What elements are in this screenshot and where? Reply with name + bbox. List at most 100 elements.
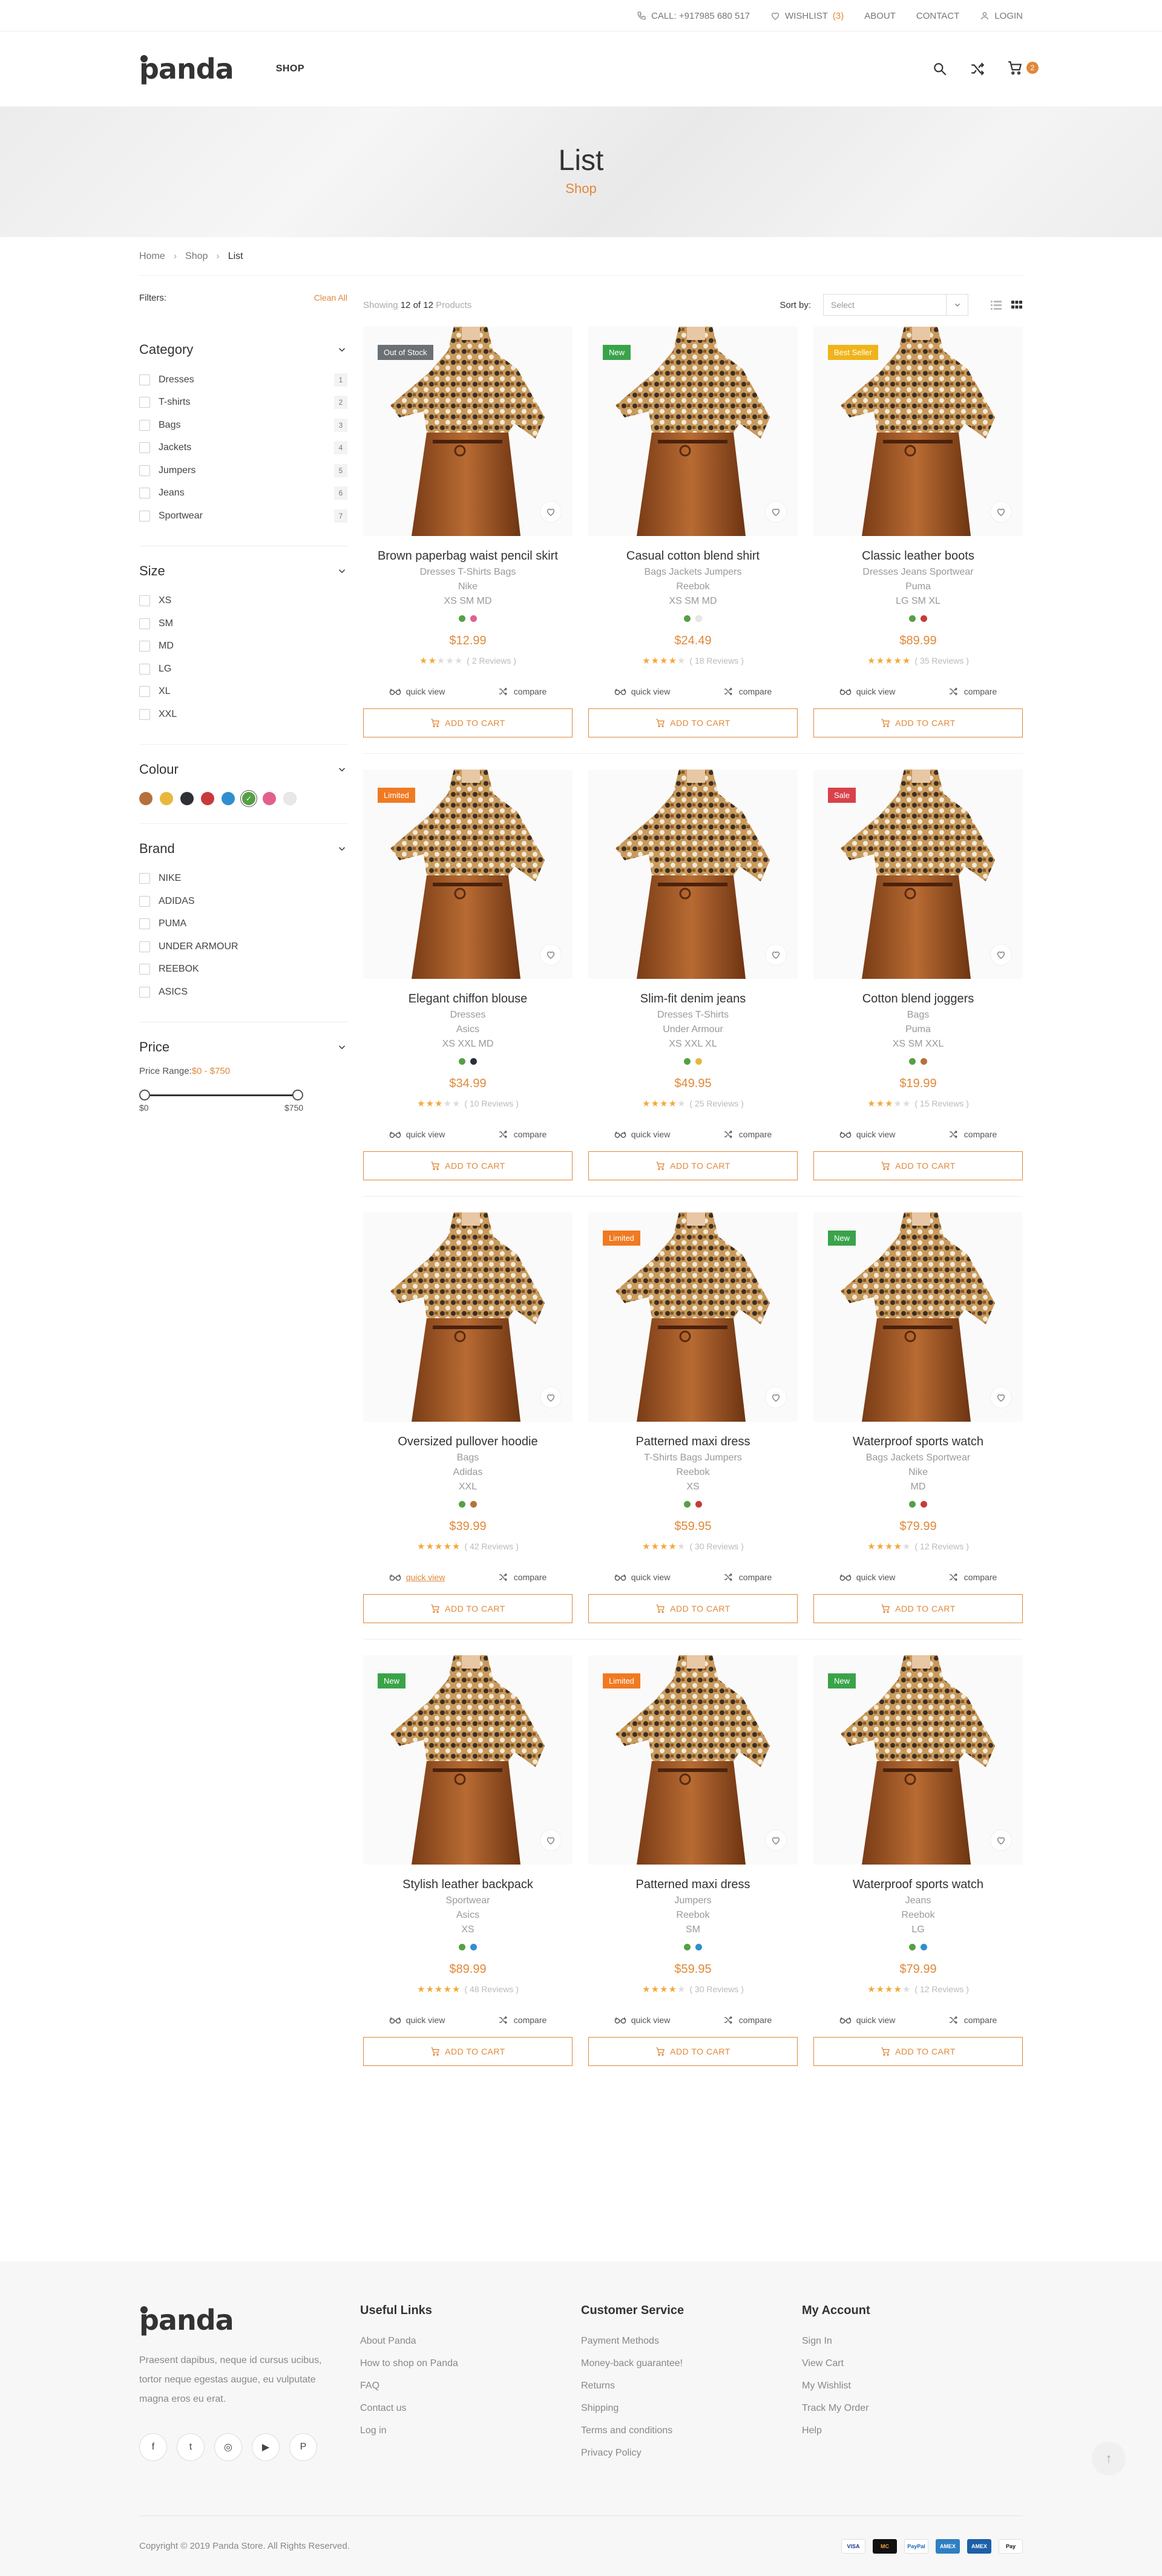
- instagram-icon[interactable]: ◎: [214, 2433, 242, 2461]
- product-image-wrap[interactable]: Limited: [363, 770, 573, 979]
- color-dot[interactable]: [470, 1944, 477, 1950]
- search-icon[interactable]: [932, 61, 948, 77]
- category-option[interactable]: T-shirts 2: [139, 391, 347, 414]
- size-option[interactable]: SM: [139, 612, 347, 635]
- compare-button[interactable]: compare: [722, 1572, 772, 1582]
- product-image-wrap[interactable]: New: [363, 1655, 573, 1865]
- category-option[interactable]: Jumpers 5: [139, 459, 347, 482]
- category-option[interactable]: Jackets 4: [139, 437, 347, 460]
- colour-swatch[interactable]: [222, 791, 235, 805]
- twitter-icon[interactable]: t: [177, 2433, 205, 2461]
- color-dot[interactable]: [684, 1944, 691, 1950]
- wishlist-button[interactable]: [765, 1387, 787, 1408]
- wishlist-button[interactable]: [765, 501, 787, 523]
- color-dot[interactable]: [470, 1058, 477, 1065]
- colour-swatch[interactable]: [283, 791, 297, 805]
- brand-option[interactable]: REEBOK: [139, 958, 347, 981]
- color-dot[interactable]: [684, 1058, 691, 1065]
- sort-select[interactable]: Select: [823, 294, 968, 316]
- grid-view-icon[interactable]: [1011, 299, 1023, 311]
- add-to-cart-button[interactable]: ADD TO CART: [813, 708, 1023, 737]
- scroll-to-top-button[interactable]: ↑: [1092, 2442, 1126, 2476]
- colour-swatch[interactable]: [201, 791, 214, 805]
- footer-service-link[interactable]: Shipping: [581, 2397, 802, 2419]
- size-filter-header[interactable]: Size: [139, 563, 347, 579]
- footer-useful-link[interactable]: About Panda: [360, 2330, 581, 2352]
- footer-account-link[interactable]: My Wishlist: [802, 2375, 1023, 2397]
- footer-account-link[interactable]: Help: [802, 2419, 1023, 2442]
- color-dot[interactable]: [909, 1058, 916, 1065]
- colour-swatch[interactable]: ✓: [242, 791, 255, 805]
- breadcrumb-home[interactable]: Home: [139, 251, 165, 262]
- checkbox[interactable]: [139, 873, 150, 884]
- wishlist-button[interactable]: [540, 1829, 562, 1851]
- category-filter-header[interactable]: Category: [139, 342, 347, 358]
- compare-button[interactable]: compare: [497, 1129, 547, 1139]
- color-dot[interactable]: [921, 1501, 927, 1508]
- checkbox[interactable]: [139, 510, 150, 521]
- category-option[interactable]: Bags 3: [139, 414, 347, 437]
- compare-button[interactable]: compare: [947, 1129, 997, 1139]
- youtube-icon[interactable]: ▶: [252, 2433, 280, 2461]
- quick-view-button[interactable]: quick view: [389, 1129, 445, 1139]
- color-dot[interactable]: [921, 1058, 927, 1065]
- quick-view-button[interactable]: quick view: [389, 687, 445, 696]
- size-option[interactable]: XS: [139, 590, 347, 613]
- footer-useful-link[interactable]: Log in: [360, 2419, 581, 2442]
- product-image-wrap[interactable]: New: [813, 1212, 1023, 1422]
- checkbox[interactable]: [139, 918, 150, 930]
- footer-service-link[interactable]: Payment Methods: [581, 2330, 802, 2352]
- compare-button[interactable]: compare: [722, 2015, 772, 2025]
- product-title[interactable]: Cotton blend joggers: [813, 992, 1023, 1006]
- category-option[interactable]: Jeans 6: [139, 482, 347, 505]
- checkbox[interactable]: [139, 374, 150, 385]
- footer-account-link[interactable]: Sign In: [802, 2330, 1023, 2352]
- about-link[interactable]: ABOUT: [864, 11, 896, 21]
- color-dot[interactable]: [459, 615, 465, 622]
- checkbox[interactable]: [139, 618, 150, 629]
- footer-service-link[interactable]: Returns: [581, 2375, 802, 2397]
- brand-option[interactable]: ADIDAS: [139, 890, 347, 913]
- product-image-wrap[interactable]: Limited: [588, 1212, 798, 1422]
- colour-swatch[interactable]: [160, 791, 173, 805]
- contact-link[interactable]: CONTACT: [916, 11, 959, 21]
- compare-button[interactable]: compare: [497, 1572, 547, 1582]
- colour-swatch[interactable]: [139, 791, 153, 805]
- product-image-wrap[interactable]: Limited: [588, 1655, 798, 1865]
- wishlist-button[interactable]: [990, 1387, 1012, 1408]
- color-dot[interactable]: [921, 1944, 927, 1950]
- compare-button[interactable]: compare: [947, 1572, 997, 1582]
- price-slider[interactable]: $0 $750: [139, 1088, 347, 1113]
- add-to-cart-button[interactable]: ADD TO CART: [588, 1594, 798, 1623]
- compare-button[interactable]: compare: [722, 687, 772, 696]
- wishlist-button[interactable]: [540, 944, 562, 966]
- color-dot[interactable]: [695, 1944, 702, 1950]
- wishlist-button[interactable]: [990, 944, 1012, 966]
- checkbox[interactable]: [139, 941, 150, 952]
- compare-button[interactable]: compare: [497, 2015, 547, 2025]
- wishlist-button[interactable]: [765, 944, 787, 966]
- quick-view-button[interactable]: quick view: [839, 1129, 895, 1139]
- color-dot[interactable]: [909, 615, 916, 622]
- wishlist-button[interactable]: [540, 1387, 562, 1408]
- login-link[interactable]: LOGIN: [980, 11, 1023, 21]
- product-title[interactable]: Brown paperbag waist pencil skirt: [363, 549, 573, 563]
- product-title[interactable]: Patterned maxi dress: [588, 1878, 798, 1892]
- clear-all-link[interactable]: Clean All: [314, 293, 347, 303]
- wishlist-button[interactable]: [990, 1829, 1012, 1851]
- wishlist-button[interactable]: [765, 1829, 787, 1851]
- quick-view-button[interactable]: quick view: [839, 687, 895, 696]
- checkbox[interactable]: [139, 686, 150, 698]
- compare-button[interactable]: compare: [947, 2015, 997, 2025]
- shuffle-icon[interactable]: [970, 61, 985, 77]
- quick-view-button[interactable]: quick view: [614, 1572, 670, 1582]
- brand-filter-header[interactable]: Brand: [139, 841, 347, 857]
- colour-swatch[interactable]: [180, 791, 194, 805]
- brand-option[interactable]: ASICS: [139, 981, 347, 1004]
- size-option[interactable]: XXL: [139, 703, 347, 726]
- footer-account-link[interactable]: Track My Order: [802, 2397, 1023, 2419]
- pinterest-icon[interactable]: P: [289, 2433, 317, 2461]
- category-option[interactable]: Dresses 1: [139, 368, 347, 391]
- add-to-cart-button[interactable]: ADD TO CART: [363, 1594, 573, 1623]
- brand-option[interactable]: PUMA: [139, 913, 347, 936]
